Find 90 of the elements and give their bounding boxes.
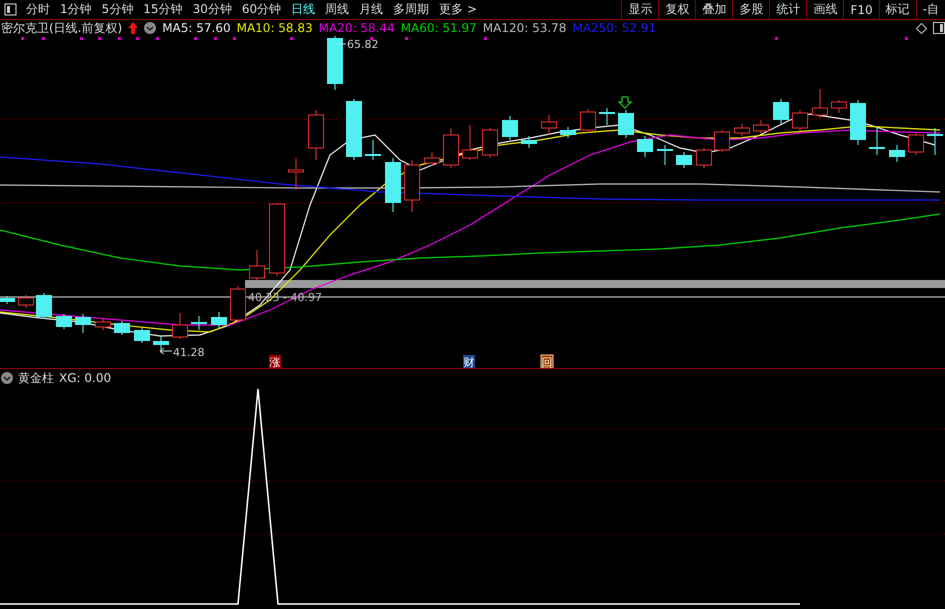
candlestick <box>211 312 227 328</box>
moving-average-value: MA120: 53.78 <box>482 21 566 35</box>
candlestick <box>95 318 111 330</box>
period-tab[interactable]: 1分钟 <box>55 1 97 18</box>
period-tab[interactable]: 30分钟 <box>188 1 237 18</box>
tool-button[interactable]: 显示 <box>621 0 658 19</box>
period-tab[interactable]: 分时 <box>21 1 55 18</box>
candlestick <box>424 152 440 166</box>
moving-average-value: MA5: 57.60 <box>162 21 231 35</box>
candlestick <box>462 124 478 160</box>
candlestick <box>637 136 653 158</box>
candlestick <box>385 158 401 212</box>
tool-button[interactable]: 叠加 <box>695 0 732 19</box>
candlestick <box>365 140 381 160</box>
event-marker[interactable]: 回 <box>540 354 554 368</box>
period-tab[interactable]: 更多 > <box>434 1 482 18</box>
candlestick <box>831 100 847 114</box>
candlestick <box>191 316 207 330</box>
tool-button[interactable]: 画线 <box>806 0 844 19</box>
candlestick <box>327 36 343 90</box>
candlestick <box>657 144 673 166</box>
candlestick <box>482 128 498 158</box>
candlestick <box>889 144 905 162</box>
candlestick <box>521 136 537 148</box>
dropdown-icon[interactable] <box>1 372 13 384</box>
candlestick <box>172 312 188 340</box>
panel-toggle-icon[interactable] <box>933 22 945 34</box>
candlestick <box>308 110 324 160</box>
tool-button[interactable]: 多股 <box>732 0 770 19</box>
candlestick <box>56 314 72 330</box>
candlestick <box>599 108 615 126</box>
candlestick <box>114 320 130 336</box>
leader-line <box>160 348 172 354</box>
candlestick <box>249 250 265 280</box>
period-tab[interactable]: 多周期 <box>388 1 434 18</box>
candlestick <box>908 132 924 156</box>
period-tab[interactable]: 15分钟 <box>138 1 188 18</box>
candlestick <box>812 88 828 118</box>
stock-title: 密尔克卫(日线.前复权) <box>1 20 122 36</box>
candlestick <box>134 328 150 344</box>
candlestick <box>927 128 943 156</box>
candlestick <box>773 98 789 124</box>
indicator-name: 黄金柱 <box>18 370 54 386</box>
tool-button[interactable]: 统计 <box>769 0 806 19</box>
indicator-reading: XG: 0.00 <box>59 371 112 385</box>
candlestick <box>541 114 557 136</box>
event-marker[interactable]: 财 <box>463 355 475 368</box>
candlestick <box>404 160 420 212</box>
tool-button[interactable]: F10 <box>843 0 879 19</box>
candlestick <box>0 296 15 304</box>
dropdown-icon[interactable] <box>144 22 156 34</box>
period-tab[interactable]: 周线 <box>320 1 354 18</box>
moving-average-value: MA10: 58.83 <box>236 21 313 35</box>
event-marker[interactable]: 涨 <box>269 355 281 368</box>
tool-button[interactable]: 标记 <box>878 0 916 19</box>
candlestick <box>443 128 459 168</box>
candlestick <box>714 130 730 152</box>
candlestick <box>75 314 91 334</box>
candlestick <box>618 110 634 138</box>
moving-average-value: MA250: 52.91 <box>572 21 656 35</box>
moving-average-value: MA20: 58.44 <box>318 21 395 35</box>
candlestick <box>153 336 169 354</box>
high-price-label: 65.82 <box>347 38 378 51</box>
down-arrow-icon <box>618 96 632 109</box>
candlestick <box>230 286 246 322</box>
moving-average-value: MA60: 51.97 <box>400 21 477 35</box>
candlestick <box>696 148 712 168</box>
candlestick <box>502 116 518 140</box>
candlestick <box>36 292 52 320</box>
candlestick <box>580 108 596 134</box>
candlestick <box>734 124 750 136</box>
period-tab[interactable]: 月线 <box>354 1 388 18</box>
candlestick <box>869 128 885 156</box>
diamond-icon[interactable] <box>916 22 927 34</box>
tool-button[interactable]: 复权 <box>658 0 696 19</box>
up-arrow-icon <box>128 22 138 34</box>
period-tab[interactable]: 日线 <box>286 1 320 18</box>
panel-toggle-icon[interactable] <box>4 3 17 16</box>
period-tab[interactable]: 5分钟 <box>96 1 138 18</box>
candlestick <box>850 100 866 146</box>
tool-button[interactable]: -自 <box>916 0 945 19</box>
candlestick <box>676 152 692 168</box>
candlestick <box>18 294 34 308</box>
candlestick <box>288 158 304 190</box>
low-price-label: 41.28 <box>173 346 204 359</box>
period-tab[interactable]: 60分钟 <box>236 1 286 18</box>
candlestick <box>560 126 576 138</box>
candlestick <box>753 120 769 134</box>
candlestick <box>346 98 362 160</box>
candlestick <box>792 110 808 132</box>
